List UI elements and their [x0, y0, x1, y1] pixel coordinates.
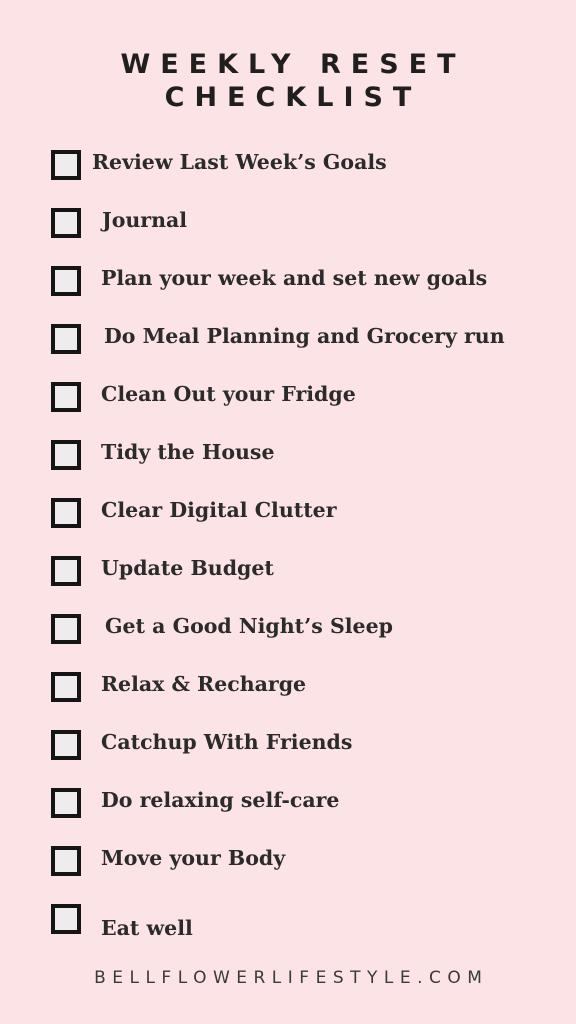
footer-website: BELLFLOWERLIFESTYLE.COM — [94, 968, 489, 988]
checklist-item[interactable]: Do relaxing self-care — [0, 782, 576, 840]
checkbox-icon[interactable] — [51, 846, 81, 876]
checklist-item[interactable]: Journal — [0, 202, 576, 260]
checklist-item[interactable]: Clean Out your Fridge — [0, 376, 576, 434]
checklist-item[interactable]: Update Budget — [0, 550, 576, 608]
checkbox-icon[interactable] — [51, 730, 81, 760]
checkbox-icon[interactable] — [51, 498, 81, 528]
checklist-item-label: Tidy the House — [101, 440, 275, 464]
checklist-page: WEEKLY RESET CHECKLIST Review Last Week’… — [0, 0, 576, 1024]
checklist-item-label: Journal — [102, 208, 188, 232]
checklist-item-label: Eat well — [101, 916, 193, 940]
checkbox-icon[interactable] — [51, 324, 81, 354]
checklist-item[interactable]: Get a Good Night’s Sleep — [0, 608, 576, 666]
checklist-item-label: Review Last Week’s Goals — [92, 150, 387, 174]
checkbox-icon[interactable] — [51, 556, 81, 586]
checkbox-icon[interactable] — [51, 614, 81, 644]
checkbox-icon[interactable] — [51, 788, 81, 818]
page-title: WEEKLY RESET CHECKLIST — [0, 48, 576, 114]
checkbox-icon[interactable] — [51, 266, 81, 296]
checklist-item[interactable]: Relax & Recharge — [0, 666, 576, 724]
checklist-item[interactable]: Plan your week and set new goals — [0, 260, 576, 318]
checklist-item-label: Plan your week and set new goals — [101, 266, 488, 290]
checkbox-icon[interactable] — [51, 440, 81, 470]
checkbox-icon[interactable] — [51, 382, 81, 412]
page-title-line-2: CHECKLIST — [164, 82, 422, 113]
checkbox-icon[interactable] — [51, 904, 81, 934]
checklist: Review Last Week’s Goals Journal Plan yo… — [0, 144, 576, 956]
checklist-item[interactable]: Move your Body — [0, 840, 576, 898]
checklist-item-label: Do relaxing self-care — [101, 788, 340, 812]
checklist-item-label: Catchup With Friends — [101, 730, 353, 754]
checklist-item-label: Clean Out your Fridge — [101, 382, 356, 406]
checklist-item[interactable]: Review Last Week’s Goals — [0, 144, 576, 202]
checklist-item-label: Update Budget — [101, 556, 274, 580]
checklist-item-label: Move your Body — [101, 846, 286, 870]
checklist-item-label: Do Meal Planning and Grocery run — [104, 324, 505, 348]
checklist-item[interactable]: Catchup With Friends — [0, 724, 576, 782]
checklist-item-label: Clear Digital Clutter — [101, 498, 337, 522]
checklist-item[interactable]: Clear Digital Clutter — [0, 492, 576, 550]
page-title-line-1: WEEKLY RESET — [120, 49, 466, 80]
checkbox-icon[interactable] — [51, 672, 81, 702]
checklist-item[interactable]: Do Meal Planning and Grocery run — [0, 318, 576, 376]
checklist-item-label: Get a Good Night’s Sleep — [105, 614, 393, 638]
checkbox-icon[interactable] — [51, 150, 81, 180]
checklist-item[interactable]: Eat well — [0, 898, 576, 956]
checkbox-icon[interactable] — [51, 208, 81, 238]
checklist-item[interactable]: Tidy the House — [0, 434, 576, 492]
checklist-item-label: Relax & Recharge — [101, 672, 307, 696]
